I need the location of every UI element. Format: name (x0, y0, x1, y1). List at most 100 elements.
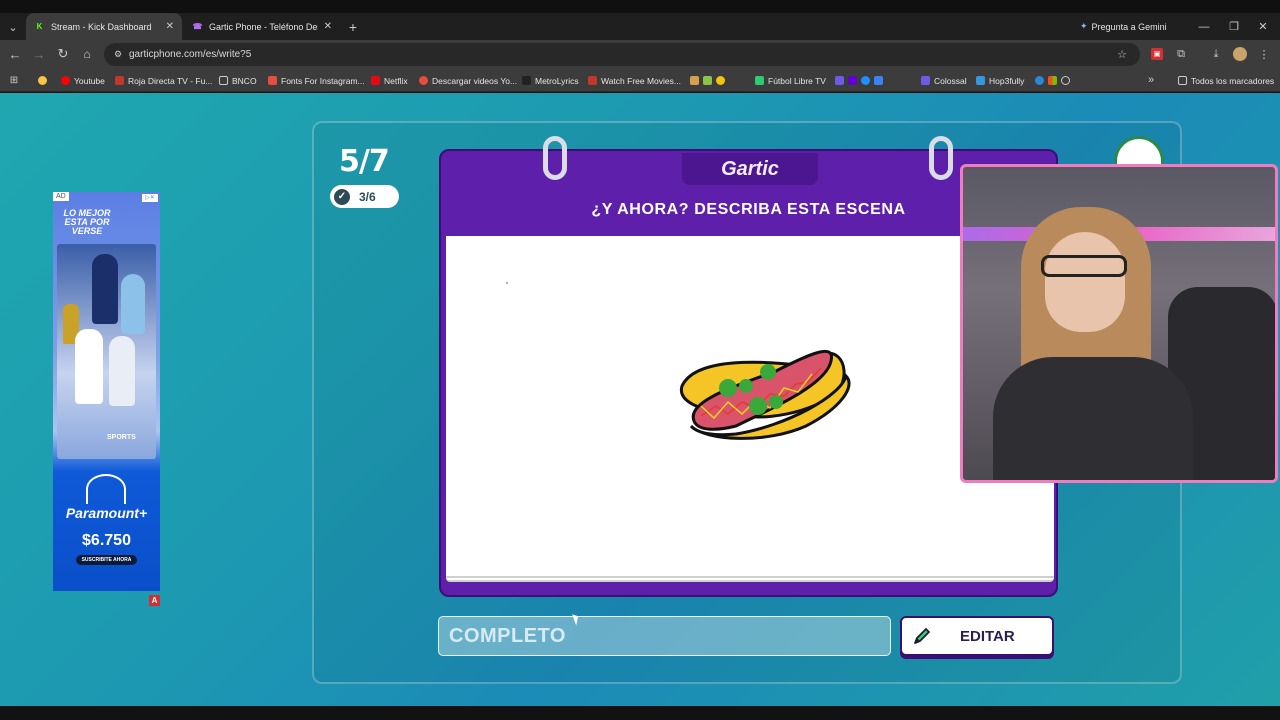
edit-button-label: EDITAR (960, 627, 1015, 645)
site-info-icon[interactable]: ⚙ (112, 48, 124, 60)
ad-brand: Paramount+ (65, 505, 148, 521)
ring-binder-left-icon (543, 136, 567, 180)
edit-button[interactable]: EDITAR (900, 616, 1054, 656)
screen: ⌄ K Stream - Kick Dashboard ✕ ☎ Gartic P… (0, 0, 1280, 720)
paramount-logo (86, 474, 126, 504)
more-bookmarks-icon[interactable]: » (1145, 74, 1157, 86)
pencil-icon (914, 628, 930, 644)
gartic-logo: Gartic (682, 153, 818, 185)
gemini-button[interactable]: ✦ Pregunta a Gemini (1080, 19, 1167, 34)
ad-cta-button[interactable]: SUSCRIBITE AHORA (76, 555, 137, 565)
tab-title: Gartic Phone - Teléfono Descon (209, 21, 318, 32)
restore-icon[interactable]: ❐ (1228, 19, 1240, 34)
menu-icon[interactable]: ⋮ (1259, 47, 1270, 61)
futbol-libre-icon (755, 76, 764, 85)
folder-icon (1178, 76, 1187, 85)
check-icon: ✓ (334, 188, 350, 205)
game-page: AD ▷✕ LO MEJOR ESTA POR VERSE SPORTS Par… (0, 93, 1280, 706)
gemini-icon: ✦ (1080, 21, 1088, 31)
tab-strip: ⌄ K Stream - Kick Dashboard ✕ ☎ Gartic P… (0, 13, 1280, 40)
globe-icon (1061, 76, 1070, 85)
round-counter: 5/7 (339, 144, 390, 179)
fonts-icon (268, 76, 277, 85)
ad-headline: LO MEJOR ESTA POR VERSE (63, 208, 111, 236)
apps-grid-icon[interactable]: ⊞ (8, 74, 20, 86)
download-video-icon (419, 76, 428, 85)
bookmark-descargar-videos[interactable]: Descargar videos Yo... (419, 73, 517, 88)
gemini-label: Pregunta a Gemini (1091, 21, 1167, 32)
bookmark-fonts[interactable]: Fonts For Instagram... (268, 73, 365, 88)
bookmark-netflix[interactable]: Netflix (371, 73, 408, 88)
emoji-icon (38, 76, 47, 85)
extensions-icon[interactable]: ⧉ (1175, 48, 1187, 60)
hop3fully-icon (976, 76, 985, 85)
url-input[interactable]: ⚙ garticphone.com/es/write?5 ☆ (104, 43, 1140, 66)
movies-icon (588, 76, 597, 85)
all-bookmarks[interactable]: Todos los marcadores (1178, 73, 1274, 88)
close-window-icon[interactable]: ✕ (1257, 19, 1269, 34)
bookmark-futbol-libre[interactable]: Fútbol Libre TV (755, 73, 826, 88)
bookmark-icon (703, 76, 712, 85)
close-tab-icon[interactable]: ✕ (324, 21, 332, 32)
player-figure (121, 274, 145, 334)
bookmark-star-icon[interactable]: ☆ (1116, 48, 1128, 61)
address-bar: ← → ↻ ⌂ ⚙ garticphone.com/es/write?5 ☆ ▣… (0, 40, 1280, 69)
ad-players-image: SPORTS (57, 244, 156, 459)
tab-gartic-phone[interactable]: ☎ Gartic Phone - Teléfono Descon ✕ (184, 13, 340, 40)
bookmarks-bar: ⊞ Youtube Roja Directa TV - Fu... BNCO F… (0, 69, 1280, 92)
reload-icon[interactable]: ↻ (56, 46, 70, 61)
webcam-overlay (960, 164, 1278, 483)
bookmark-roja-directa[interactable]: Roja Directa TV - Fu... (115, 73, 212, 88)
bookmark-icon (874, 76, 883, 85)
youtube-icon (61, 76, 70, 85)
home-icon[interactable]: ⌂ (80, 47, 94, 61)
ring-binder-right-icon (929, 136, 953, 180)
minimize-icon[interactable]: — (1198, 19, 1210, 34)
bookmark-icons-group-2[interactable] (835, 73, 887, 88)
microsoft-icon (1048, 76, 1057, 85)
bookmark-icons-group-3[interactable] (1035, 73, 1074, 88)
player-figure (92, 254, 118, 324)
bookmark-emoji[interactable] (38, 73, 51, 88)
glasses-icon (1041, 255, 1127, 277)
download-icon[interactable]: ⤓ (1210, 48, 1222, 60)
description-input[interactable]: COMPLETO (438, 616, 891, 656)
ad-banner[interactable]: AD ▷✕ LO MEJOR ESTA POR VERSE SPORTS Par… (53, 192, 160, 591)
extension-red-icon[interactable]: ▣ (1151, 48, 1163, 60)
window-bottom-band (0, 706, 1280, 720)
metrolyrics-icon (522, 76, 531, 85)
new-tab-icon[interactable]: + (345, 19, 361, 35)
streamer-body (993, 357, 1193, 480)
bookmark-metrolyrics[interactable]: MetroLyrics (522, 73, 579, 88)
netflix-icon (371, 76, 380, 85)
folder-icon (219, 76, 228, 85)
bookmark-icon (690, 76, 699, 85)
kick-favicon: K (36, 22, 43, 31)
player-figure (75, 329, 103, 404)
back-icon[interactable]: ← (8, 47, 22, 62)
bookmark-watch-free-movies[interactable]: Watch Free Movies... (588, 73, 681, 88)
bookmark-icon (1035, 76, 1044, 85)
bookmark-icon (835, 76, 844, 85)
bookmark-hop3fully[interactable]: Hop3fully (976, 73, 1024, 88)
ad-price: $6.750 (82, 532, 131, 549)
ad-indicator-icon[interactable]: A (149, 595, 160, 606)
ad-choices-icon[interactable]: ▷✕ (142, 194, 158, 202)
tab-search-icon[interactable]: ⌄ (6, 21, 20, 34)
bookmark-colossal[interactable]: Colossal (921, 73, 967, 88)
bookmark-icon (861, 76, 870, 85)
url-text: garticphone.com/es/write?5 (129, 49, 252, 60)
bookmark-bnco[interactable]: BNCO (219, 73, 257, 88)
tab-title: Stream - Kick Dashboard (51, 21, 152, 32)
bookmark-youtube[interactable]: Youtube (61, 73, 105, 88)
colossal-icon (921, 76, 930, 85)
gartic-favicon: ☎ (192, 22, 203, 31)
profile-avatar[interactable] (1233, 47, 1247, 61)
players-done-pill: ✓ 3/6 (330, 185, 399, 208)
tab-kick-dashboard[interactable]: K Stream - Kick Dashboard ✕ (26, 13, 182, 40)
player-figure (109, 336, 135, 406)
window-top-band (0, 0, 1280, 13)
close-tab-icon[interactable]: ✕ (166, 21, 174, 32)
bookmark-icons-group[interactable] (690, 73, 729, 88)
forward-icon[interactable]: → (32, 47, 46, 62)
